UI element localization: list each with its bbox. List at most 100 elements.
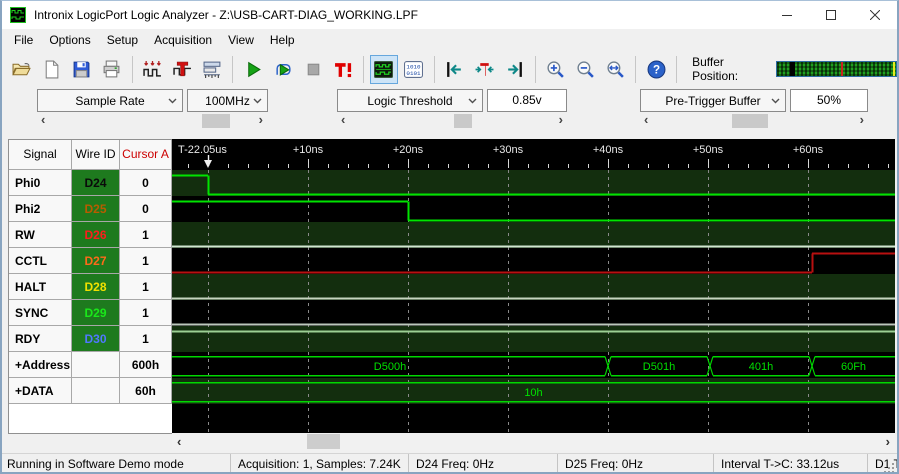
buffer-view-marker[interactable]: [789, 62, 795, 76]
signal-name-cell[interactable]: Phi0: [9, 170, 72, 196]
state-view-button[interactable]: 1010 0101: [400, 55, 428, 84]
window-title: Intronix LogicPort Logic Analyzer - Z:\U…: [34, 8, 418, 22]
table-row: CCTL D27 1: [9, 248, 172, 274]
stop-button[interactable]: [299, 55, 327, 84]
cursor-a-value-cell[interactable]: 60h: [120, 378, 172, 404]
statusbar: Running in Software Demo mode Acquisitio…: [2, 453, 897, 472]
sample-rate-scrollbar[interactable]: ‹ ›: [37, 113, 267, 128]
scroll-left-icon[interactable]: ‹: [341, 113, 345, 127]
svg-text:+20ns: +20ns: [393, 144, 424, 156]
signal-name-cell[interactable]: +Address: [9, 352, 72, 378]
goto-end-button[interactable]: [501, 55, 529, 84]
signal-name-cell[interactable]: CCTL: [9, 248, 72, 274]
cursor-a-value-cell[interactable]: 1: [120, 300, 172, 326]
print-button[interactable]: [98, 55, 126, 84]
wire-id-cell[interactable]: D24: [72, 170, 120, 196]
menu-item-file[interactable]: File: [6, 31, 41, 49]
open-button[interactable]: [8, 55, 36, 84]
scroll-right-icon[interactable]: ›: [886, 433, 890, 450]
wire-id-cell[interactable]: D25: [72, 196, 120, 222]
goto-start-button[interactable]: [441, 55, 469, 84]
menu-item-acquisition[interactable]: Acquisition: [146, 31, 220, 49]
scroll-left-icon[interactable]: ‹: [41, 113, 45, 127]
wire-id-cell[interactable]: D30: [72, 326, 120, 352]
maximize-button[interactable]: [809, 1, 853, 29]
help-icon: ?: [647, 60, 666, 78]
zoom-fit-button[interactable]: [601, 55, 629, 84]
cursor-a-value-cell[interactable]: 1: [120, 248, 172, 274]
svg-text:+30ns: +30ns: [493, 144, 524, 156]
chevron-down-icon: [168, 93, 177, 107]
logic-threshold-input[interactable]: 0.85v: [487, 89, 567, 112]
buffer-position-label: Buffer Position:: [692, 55, 739, 83]
scroll-right-icon[interactable]: ›: [259, 113, 263, 127]
run-button[interactable]: [239, 55, 267, 84]
zoom-out-button[interactable]: [571, 55, 599, 84]
define-signals-icon: [143, 60, 162, 77]
goto-trigger-button[interactable]: [471, 55, 499, 84]
scroll-right-icon[interactable]: ›: [559, 113, 563, 127]
help-button[interactable]: ?: [642, 55, 670, 84]
scroll-thumb[interactable]: [454, 114, 472, 128]
wire-id-cell[interactable]: [72, 378, 120, 404]
signal-name-cell[interactable]: SYNC: [9, 300, 72, 326]
sample-rate-value-combo[interactable]: 100MHz: [187, 89, 268, 112]
signal-name-cell[interactable]: Phi2: [9, 196, 72, 222]
scroll-left-icon[interactable]: ‹: [177, 433, 181, 450]
resize-grip[interactable]: [892, 471, 894, 472]
menu-item-setup[interactable]: Setup: [99, 31, 146, 49]
wire-id-cell[interactable]: D26: [72, 222, 120, 248]
cursor-a-value-cell[interactable]: 1: [120, 222, 172, 248]
sample-rate-combo[interactable]: Sample Rate: [37, 89, 183, 112]
logic-threshold-scrollbar[interactable]: ‹ ›: [337, 113, 567, 128]
new-button[interactable]: [38, 55, 66, 84]
cursor-a-value-cell[interactable]: 600h: [120, 352, 172, 378]
cursor-a-value-cell[interactable]: 0: [120, 170, 172, 196]
save-button[interactable]: [68, 55, 96, 84]
waveform-area[interactable]: T-22.05us +10ns +20ns +30ns +40ns +50ns +60ns D…: [172, 139, 895, 433]
trigger-now-button[interactable]: [329, 55, 357, 84]
scroll-left-icon[interactable]: ‹: [644, 113, 648, 127]
print-icon: [103, 60, 120, 77]
run-continuous-button[interactable]: [269, 55, 297, 84]
buffer-position-slider[interactable]: [775, 61, 897, 77]
cursor-a-value-cell[interactable]: 1: [120, 274, 172, 300]
signal-list-button[interactable]: [198, 55, 226, 84]
pre-trigger-input[interactable]: 50%: [790, 89, 868, 112]
signal-name-cell[interactable]: RDY: [9, 326, 72, 352]
wire-id-cell[interactable]: D29: [72, 300, 120, 326]
menu-item-options[interactable]: Options: [41, 31, 98, 49]
logic-threshold-label: Logic Threshold: [367, 93, 453, 108]
close-button[interactable]: [853, 1, 897, 29]
pre-trigger-combo[interactable]: Pre-Trigger Buffer: [640, 89, 786, 112]
scroll-thumb[interactable]: [307, 434, 340, 449]
minimize-button[interactable]: [765, 1, 809, 29]
goto-trigger-icon: [475, 62, 494, 76]
zoom-fit-icon: [607, 60, 624, 78]
run-loop-icon: [276, 63, 291, 76]
wire-id-cell[interactable]: D27: [72, 248, 120, 274]
scroll-thumb[interactable]: [202, 114, 230, 128]
zoom-out-icon: [577, 60, 594, 78]
waveform-scrollbar[interactable]: ‹ ›: [172, 433, 895, 450]
signal-name-cell[interactable]: +DATA: [9, 378, 72, 404]
svg-text:+50ns: +50ns: [693, 144, 724, 156]
zoom-in-button[interactable]: [542, 55, 570, 84]
pre-trigger-label: Pre-Trigger Buffer: [665, 93, 761, 108]
trigger-setup-button[interactable]: [169, 55, 197, 84]
scroll-right-icon[interactable]: ›: [860, 113, 864, 127]
logic-threshold-combo[interactable]: Logic Threshold: [337, 89, 483, 112]
waveform-view-button[interactable]: [370, 54, 398, 84]
signal-name-cell[interactable]: RW: [9, 222, 72, 248]
pre-trigger-scrollbar[interactable]: ‹ ›: [640, 113, 868, 128]
menu-item-view[interactable]: View: [220, 31, 262, 49]
define-signals-button[interactable]: [139, 55, 167, 84]
cursor-a-value-cell[interactable]: 1: [120, 326, 172, 352]
scroll-thumb[interactable]: [732, 114, 768, 128]
wire-id-cell[interactable]: [72, 352, 120, 378]
status-d25-freq: D25 Freq: 0Hz: [557, 454, 713, 472]
menu-item-help[interactable]: Help: [262, 31, 303, 49]
signal-name-cell[interactable]: HALT: [9, 274, 72, 300]
cursor-a-value-cell[interactable]: 0: [120, 196, 172, 222]
wire-id-cell[interactable]: D28: [72, 274, 120, 300]
